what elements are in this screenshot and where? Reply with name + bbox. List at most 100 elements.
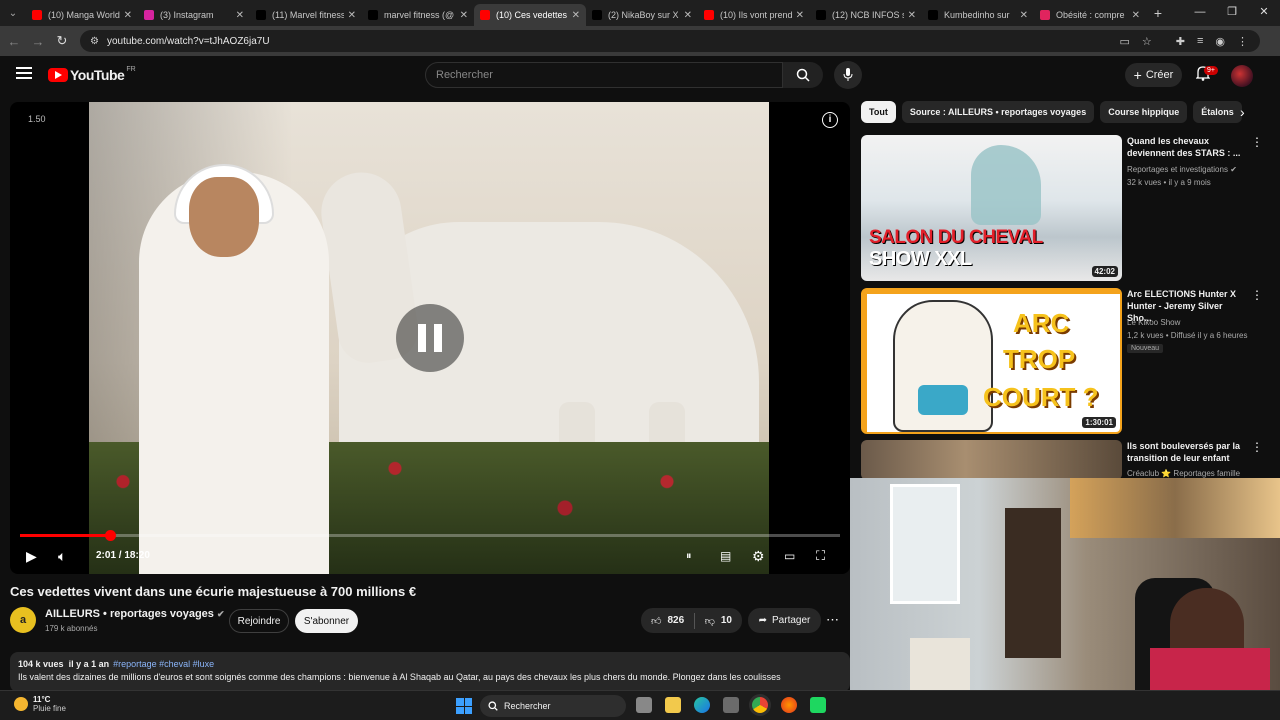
bookmark-star-icon[interactable]: ☆ xyxy=(1142,35,1152,48)
account-avatar[interactable] xyxy=(1231,65,1253,87)
recommendation-title[interactable]: Quand les chevaux deviennent des STARS :… xyxy=(1127,135,1249,159)
minimize-button[interactable]: — xyxy=(1184,0,1216,26)
browser-tab[interactable]: Kumbedinho sur ✕ xyxy=(922,4,1034,26)
play-icon[interactable]: ▶ xyxy=(26,548,37,565)
filter-chips: Tout Source : AILLEURS • reportages voyag… xyxy=(861,101,1261,123)
task-view-icon[interactable] xyxy=(636,697,652,713)
chrome-icon[interactable] xyxy=(752,697,768,713)
recommendation-thumbnail[interactable] xyxy=(861,440,1122,480)
back-button[interactable]: ← xyxy=(2,34,26,49)
miniplayer-icon[interactable]: ▭ xyxy=(784,549,795,563)
tab-title: marvel fitness (@ xyxy=(384,10,455,20)
close-tab-icon[interactable]: ✕ xyxy=(460,10,468,21)
subscribe-button[interactable]: S'abonner xyxy=(295,609,358,633)
autoplay-toggle-icon[interactable]: ⏸︎ xyxy=(686,550,692,563)
tab-list-dropdown[interactable]: ⌄ xyxy=(0,0,26,26)
recommendation-1[interactable]: SALON DU CHEVAL SHOW XXL 42:02 Quand les… xyxy=(861,135,1263,283)
extensions-icon[interactable]: ✚ xyxy=(1176,35,1185,48)
filter-chip[interactable]: Tout xyxy=(861,101,896,123)
thumb-text: ARC xyxy=(1013,308,1070,338)
search-button[interactable] xyxy=(783,62,823,88)
video-title: Ces vedettes vivent dans une écurie maje… xyxy=(10,584,417,599)
close-tab-icon[interactable]: ✕ xyxy=(572,10,580,21)
recommendation-channel[interactable]: Reportages et investigations ✔ xyxy=(1127,165,1237,174)
filter-chip[interactable]: Étalons xyxy=(1193,101,1242,123)
voice-search-button[interactable] xyxy=(834,61,862,89)
store-icon[interactable] xyxy=(723,697,739,713)
browser-menu-icon[interactable]: ⋮ xyxy=(1237,35,1248,48)
profile-icon[interactable]: ◉ xyxy=(1215,35,1225,48)
hashtags[interactable]: #reportage #cheval #luxe xyxy=(113,659,214,669)
edge-icon[interactable] xyxy=(694,697,710,713)
url-field[interactable]: ⚙ youtube.com/watch?v=tJhAOZ6ja7U ▭ ☆ ✚ … xyxy=(80,30,1260,52)
like-button[interactable]: 👍︎ 826 xyxy=(641,615,694,627)
recommendation-channel[interactable]: Créaclub ⭐ Reportages famille xyxy=(1127,469,1240,478)
cast-icon[interactable]: ▭ xyxy=(1119,35,1129,48)
firefox-icon[interactable] xyxy=(781,697,797,713)
site-info-icon[interactable]: ⚙ xyxy=(90,36,99,47)
search-icon xyxy=(796,68,810,82)
browser-tab[interactable]: (10) Manga World ✕ xyxy=(26,4,138,26)
fullscreen-icon[interactable]: ⛶ xyxy=(816,548,825,564)
hamburger-menu-icon[interactable] xyxy=(16,67,32,79)
restore-button[interactable]: ❐ xyxy=(1216,0,1248,26)
close-tab-icon[interactable]: ✕ xyxy=(1020,10,1028,21)
media-controls-icon[interactable]: ≡ xyxy=(1197,35,1203,48)
kebab-menu-icon[interactable]: ⋮ xyxy=(1251,288,1263,302)
app-icon[interactable] xyxy=(810,697,826,713)
volume-icon[interactable]: 🔈︎ xyxy=(58,548,66,565)
join-button[interactable]: Rejoindre xyxy=(229,609,289,633)
weather-widget[interactable]: 11°C Pluie fine xyxy=(14,695,66,713)
url-text: youtube.com/watch?v=tJhAOZ6ja7U xyxy=(106,35,270,47)
pause-overlay-icon[interactable] xyxy=(396,304,464,372)
settings-gear-icon[interactable]: ⚙ xyxy=(752,548,765,565)
more-actions-icon[interactable]: ⋯ xyxy=(826,612,839,628)
create-button[interactable]: + Créer xyxy=(1125,63,1182,87)
close-tab-icon[interactable]: ✕ xyxy=(348,10,356,21)
recommendation-thumbnail[interactable]: SALON DU CHEVAL SHOW XXL 42:02 xyxy=(861,135,1122,281)
logo-text: YouTube xyxy=(70,67,125,83)
filter-chip[interactable]: Course hippique xyxy=(1100,101,1188,123)
close-tab-icon[interactable]: ✕ xyxy=(908,10,916,21)
dislike-button[interactable]: 👎︎ 10 xyxy=(695,615,742,627)
browser-tab[interactable]: (2) NikaBoy sur X ✕ xyxy=(586,4,698,26)
recommendation-thumbnail[interactable]: ARC TROP COURT ? 1:30:01 xyxy=(861,288,1122,434)
close-tab-icon[interactable]: ✕ xyxy=(124,10,132,21)
browser-tab[interactable]: (3) Instagram ✕ xyxy=(138,4,250,26)
recommendation-title[interactable]: Ils sont bouleversés par la transition d… xyxy=(1127,440,1249,464)
progress-bar[interactable] xyxy=(20,530,840,541)
recommendation-2[interactable]: ARC TROP COURT ? 1:30:01 Arc ELECTIONS H… xyxy=(861,288,1263,436)
filter-chip[interactable]: Source : AILLEURS • reportages voyages xyxy=(901,101,1095,123)
close-tab-icon[interactable]: ✕ xyxy=(684,10,692,21)
browser-tab[interactable]: (12) NCB INFOS s ✕ xyxy=(810,4,922,26)
browser-tab[interactable]: marvel fitness (@ ✕ xyxy=(362,4,474,26)
chevron-right-icon[interactable]: › xyxy=(1240,104,1245,120)
youtube-logo[interactable]: YouTube FR xyxy=(48,66,136,83)
taskbar-search[interactable]: Rechercher xyxy=(480,695,626,717)
recommendation-channel[interactable]: Le Kikoo Show xyxy=(1127,318,1180,327)
info-icon[interactable]: i xyxy=(822,112,838,128)
channel-avatar[interactable]: a xyxy=(10,607,36,633)
browser-tab[interactable]: Obésité : compre ✕ xyxy=(1034,4,1146,26)
search-input[interactable]: Rechercher xyxy=(425,62,783,88)
new-tab-button[interactable]: + xyxy=(1146,5,1170,21)
browser-tab[interactable]: (10) Ils vont prend ✕ xyxy=(698,4,810,26)
file-explorer-icon[interactable] xyxy=(665,697,681,713)
close-tab-icon[interactable]: ✕ xyxy=(1132,10,1140,21)
description-box[interactable]: 104 k vues il y a 1 an #reportage #cheval… xyxy=(10,652,850,692)
channel-name[interactable]: AILLEURS • reportages voyages ✔ xyxy=(45,608,225,620)
browser-tab[interactable]: (11) Marvel fitness ✕ xyxy=(250,4,362,26)
start-menu-icon[interactable] xyxy=(456,698,472,714)
close-tab-icon[interactable]: ✕ xyxy=(796,10,804,21)
browser-tab[interactable]: (10) Ces vedettes ✕ xyxy=(474,4,586,26)
close-window-button[interactable]: ✕ xyxy=(1248,0,1280,26)
video-player[interactable]: 1.50 i ▶ 🔈︎ 2:01 / 18:20 ⏸︎ ▤ ⚙ ▭ ⛶ xyxy=(10,102,850,574)
recommendation-3[interactable]: Ils sont bouleversés par la transition d… xyxy=(861,440,1263,480)
kebab-menu-icon[interactable]: ⋮ xyxy=(1251,440,1263,454)
share-button[interactable]: ➦ Partager xyxy=(748,608,821,633)
kebab-menu-icon[interactable]: ⋮ xyxy=(1251,135,1263,149)
subtitles-icon[interactable]: ▤ xyxy=(720,549,731,563)
close-tab-icon[interactable]: ✕ xyxy=(236,10,244,21)
forward-button[interactable]: → xyxy=(26,34,50,49)
reload-button[interactable]: ↻ xyxy=(50,33,74,49)
